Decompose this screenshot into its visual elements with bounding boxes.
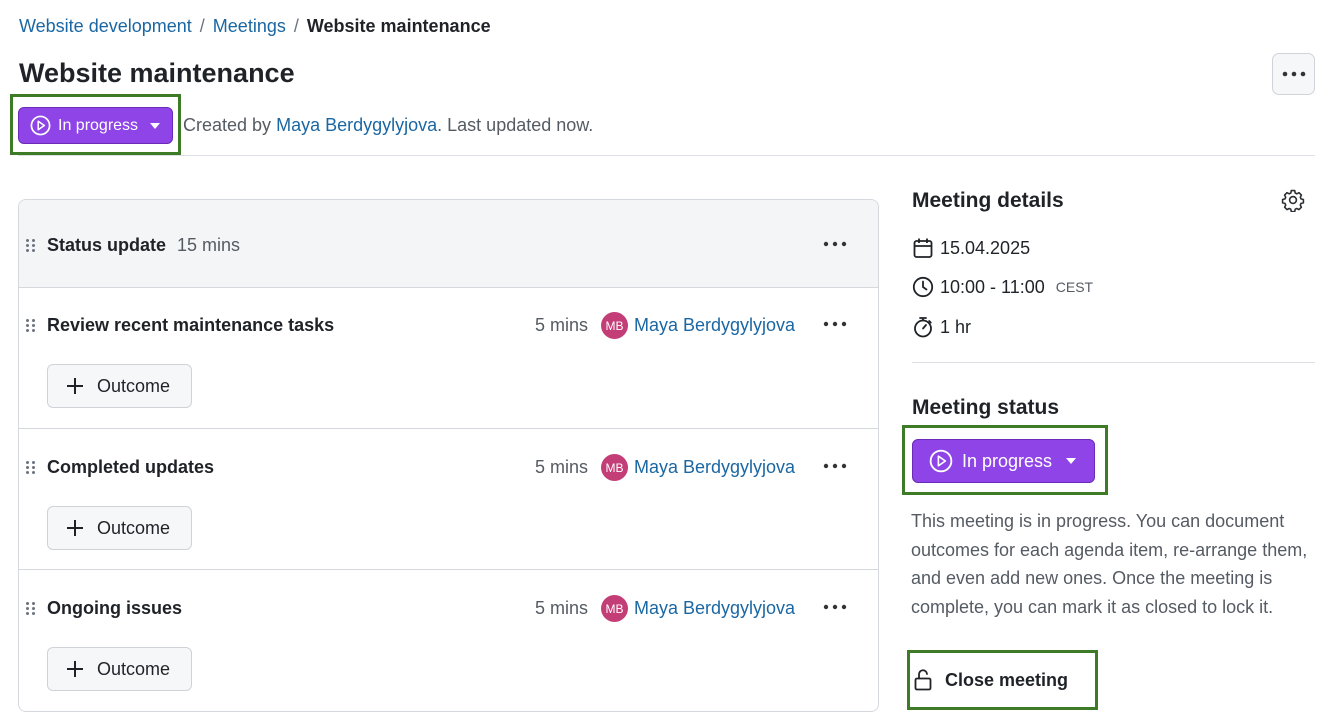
chevron-down-icon (150, 122, 161, 129)
agenda-item-more-button[interactable] (820, 459, 850, 473)
agenda-item: Review recent maintenance tasks 5 mins M… (19, 288, 878, 429)
breadcrumb: Website development / Meetings / Website… (19, 16, 491, 37)
breadcrumb-separator: / (199, 16, 205, 36)
breadcrumb-link-project[interactable]: Website development (19, 16, 192, 37)
breadcrumb-link-meetings[interactable]: Meetings (213, 16, 286, 37)
section-duration: 15 mins (177, 235, 241, 255)
meeting-status-dropdown-button[interactable]: In progress (912, 439, 1095, 483)
agenda-item-title: Ongoing issues (47, 598, 183, 618)
agenda-item-owner-link[interactable]: Maya Berdygylyjova (634, 457, 795, 478)
gear-icon[interactable] (1281, 188, 1305, 212)
agenda-section-header: Status update 15 mins (19, 200, 878, 288)
plus-icon (67, 520, 83, 536)
status-label: In progress (58, 116, 139, 134)
plus-icon (67, 661, 83, 677)
more-actions-button[interactable] (1272, 53, 1315, 95)
add-outcome-label: Outcome (97, 375, 171, 396)
drag-handle-icon[interactable] (26, 319, 36, 333)
clock-icon (912, 276, 934, 298)
creator-link[interactable]: Maya Berdygylyjova (276, 115, 437, 135)
meeting-status-label: In progress (962, 450, 1053, 471)
drag-handle-icon[interactable] (26, 461, 36, 475)
meeting-duration-row: 1 hr (912, 316, 971, 338)
more-horizontal-icon (823, 321, 847, 327)
agenda-item-duration: 5 mins (535, 315, 589, 335)
avatar: MB (601, 595, 628, 622)
more-horizontal-icon (823, 463, 847, 469)
play-circle-icon (929, 449, 953, 473)
panel-divider (912, 362, 1315, 363)
page-title: Website maintenance (19, 58, 295, 88)
agenda-item-more-button[interactable] (820, 317, 850, 331)
agenda-item: Ongoing issues 5 mins MB Maya Berdygylyj… (19, 570, 878, 711)
created-by-label: Created by (183, 115, 272, 135)
status-dropdown-button[interactable]: In progress (18, 107, 173, 144)
meeting-status-heading: Meeting status (912, 396, 1060, 419)
add-outcome-button[interactable]: Outcome (47, 364, 192, 408)
meeting-date: 15.04.2025 (940, 237, 1031, 258)
more-horizontal-icon (823, 604, 847, 610)
avatar: MB (601, 312, 628, 339)
calendar-icon (913, 238, 933, 258)
section-title: Status update (47, 235, 167, 255)
add-outcome-label: Outcome (97, 517, 171, 538)
close-meeting-button[interactable]: Close meeting (913, 668, 1068, 692)
meeting-details-heading: Meeting details (912, 189, 1064, 212)
plus-icon (67, 378, 83, 394)
more-horizontal-icon (1282, 71, 1305, 77)
more-horizontal-icon (823, 241, 847, 247)
meeting-time-row: 10:00 - 11:00 CEST (912, 276, 1093, 298)
agenda-item-duration: 5 mins (535, 457, 589, 477)
breadcrumb-separator: / (293, 16, 299, 36)
agenda-item-duration: 5 mins (535, 598, 589, 618)
agenda-item-title: Completed updates (47, 457, 215, 477)
section-more-button[interactable] (820, 237, 850, 251)
agenda-item-owner-link[interactable]: Maya Berdygylyjova (634, 315, 795, 336)
meeting-meta: Created by Maya Berdygylyjova. Last upda… (183, 115, 593, 136)
agenda-list: Status update 15 mins Review recent main… (18, 199, 879, 712)
last-updated-text: . Last updated now. (437, 115, 594, 135)
agenda-item-title: Review recent maintenance tasks (47, 315, 335, 335)
meeting-date-row: 15.04.2025 (912, 237, 1030, 259)
header-divider (18, 155, 1315, 156)
meeting-timezone: CEST (1055, 279, 1094, 295)
stopwatch-icon (914, 317, 932, 338)
unlock-icon (914, 669, 932, 691)
chevron-down-icon (1066, 458, 1077, 464)
avatar: MB (601, 454, 628, 481)
play-circle-icon (30, 115, 51, 136)
drag-handle-icon[interactable] (26, 239, 36, 253)
add-outcome-button[interactable]: Outcome (47, 506, 192, 550)
agenda-item-owner-link[interactable]: Maya Berdygylyjova (634, 598, 795, 619)
breadcrumb-current: Website maintenance (306, 16, 491, 36)
drag-handle-icon[interactable] (26, 602, 36, 616)
add-outcome-button[interactable]: Outcome (47, 647, 192, 691)
agenda-item: Completed updates 5 mins MB Maya Berdygy… (19, 429, 878, 570)
agenda-item-more-button[interactable] (820, 600, 850, 614)
meeting-status-description: This meeting is in progress. You can doc… (911, 511, 1308, 617)
meeting-time: 10:00 - 11:00 (940, 276, 1045, 297)
meeting-duration: 1 hr (940, 316, 972, 337)
add-outcome-label: Outcome (97, 658, 171, 679)
close-meeting-label: Close meeting (945, 669, 1069, 690)
